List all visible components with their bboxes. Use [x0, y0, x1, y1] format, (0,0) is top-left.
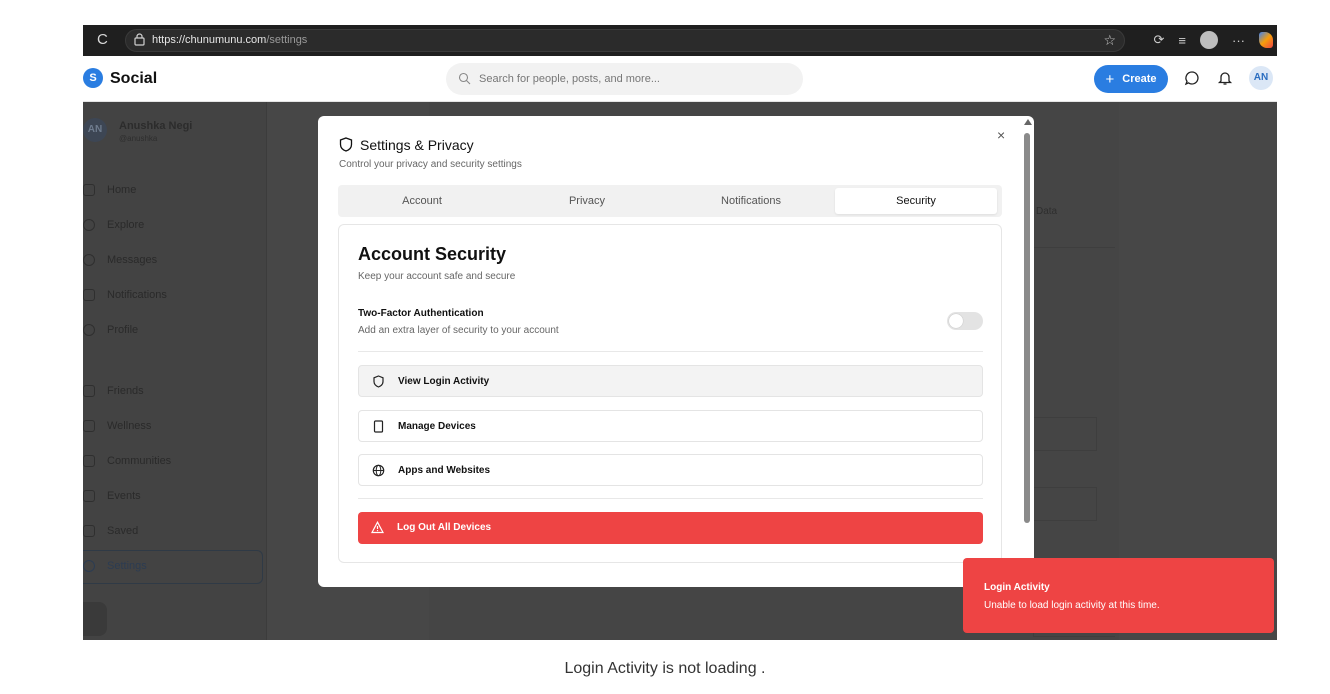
- sidebar-item-events[interactable]: Events: [83, 487, 263, 507]
- activity-icon: [83, 420, 95, 432]
- tab-notifications[interactable]: Notifications: [670, 188, 832, 214]
- scroll-up-icon[interactable]: [1024, 119, 1032, 125]
- extensions-icon[interactable]: ⟳: [1154, 32, 1165, 48]
- favorite-star-icon[interactable]: ☆: [1103, 32, 1116, 49]
- bookmark-icon: [83, 525, 95, 537]
- create-button[interactable]: + Create: [1094, 65, 1168, 93]
- profile-icon[interactable]: [1200, 31, 1218, 49]
- search-placeholder: Search for people, posts, and more...: [479, 73, 660, 85]
- avatar[interactable]: AN: [1249, 66, 1273, 90]
- message-icon[interactable]: [1184, 70, 1200, 86]
- modal-title: Settings & Privacy: [360, 137, 474, 153]
- globe-icon: [372, 464, 385, 477]
- sidebar-item-saved[interactable]: Saved: [83, 522, 263, 542]
- more-icon[interactable]: ···: [1232, 33, 1245, 48]
- search-input[interactable]: Search for people, posts, and more...: [446, 63, 803, 95]
- background-field: [1033, 417, 1097, 451]
- toggle-knob: [949, 314, 963, 328]
- sidebar-item-home[interactable]: Home: [83, 181, 263, 201]
- manage-devices-button[interactable]: Manage Devices: [358, 410, 983, 442]
- tab-security[interactable]: Security: [835, 188, 997, 214]
- app-header: S Social Search for people, posts, and m…: [83, 56, 1277, 102]
- sidebar-item-profile[interactable]: Profile: [83, 321, 263, 341]
- two-factor-title: Two-Factor Authentication: [358, 308, 484, 319]
- shield-icon: [373, 375, 384, 388]
- gear-icon: [83, 560, 95, 572]
- home-icon: [83, 184, 95, 196]
- plus-icon: +: [1105, 70, 1115, 88]
- url-text: https://chunumunu.com/settings: [152, 34, 308, 46]
- apps-and-websites-button[interactable]: Apps and Websites: [358, 454, 983, 486]
- create-label: Create: [1122, 73, 1157, 85]
- sidebar-user-handle: @anushka: [119, 134, 158, 143]
- copilot-icon[interactable]: [1259, 32, 1273, 48]
- apps-and-websites-label: Apps and Websites: [398, 465, 491, 476]
- view-login-activity-label: View Login Activity: [398, 376, 490, 387]
- sidebar-item-settings[interactable]: Settings: [83, 557, 263, 577]
- bell-icon[interactable]: [1217, 70, 1233, 86]
- log-out-all-devices-button[interactable]: Log Out All Devices: [358, 512, 983, 544]
- address-bar[interactable]: https://chunumunu.com/settings ☆: [125, 29, 1125, 52]
- message-icon: [83, 254, 95, 266]
- warning-icon: [371, 521, 384, 534]
- tab-account[interactable]: Account: [341, 188, 503, 214]
- background-data-label: Data: [1036, 206, 1058, 217]
- toast-title: Login Activity: [984, 582, 1050, 593]
- shield-icon: [339, 137, 353, 152]
- app-name[interactable]: Social: [110, 70, 157, 88]
- sidebar-item-explore[interactable]: Explore: [83, 216, 263, 236]
- calendar-icon: [83, 490, 95, 502]
- background-field: [1033, 487, 1097, 521]
- screenshot-caption: Login Activity is not loading .: [564, 660, 766, 677]
- favorites-icon[interactable]: ≡: [1178, 33, 1186, 48]
- search-icon: [83, 219, 95, 231]
- sidebar-item-wellness[interactable]: Wellness: [83, 417, 263, 437]
- modal-subtitle: Control your privacy and security settin…: [339, 159, 522, 170]
- search-icon: [458, 72, 471, 85]
- section-subtitle: Keep your account safe and secure: [358, 271, 516, 282]
- scrollbar-thumb[interactable]: [1024, 133, 1030, 523]
- device-icon: [373, 420, 384, 433]
- sidebar-item-communities[interactable]: Communities: [83, 452, 263, 472]
- sidebar-item-friends[interactable]: Friends: [83, 382, 263, 402]
- sidebar-item-notifications[interactable]: Notifications: [83, 286, 263, 306]
- settings-modal: Settings & Privacy Control your privacy …: [318, 116, 1034, 587]
- divider: [358, 351, 983, 352]
- modal-scrollbar[interactable]: [1021, 116, 1034, 587]
- heart-icon: [83, 289, 95, 301]
- sidebar-item-messages[interactable]: Messages: [83, 251, 263, 271]
- account-security-card: Account Security Keep your account safe …: [338, 224, 1002, 563]
- browser-toolbar: C https://chunumunu.com/settings ☆ ⟳ ≡ ·…: [83, 25, 1277, 56]
- browser-actions: ⟳ ≡ ···: [1154, 31, 1273, 49]
- two-factor-description: Add an extra layer of security to your a…: [358, 325, 559, 336]
- logo-icon[interactable]: S: [83, 68, 103, 88]
- user-icon: [83, 324, 95, 336]
- two-factor-toggle[interactable]: [947, 312, 983, 330]
- communities-icon: [83, 455, 95, 467]
- divider: [358, 498, 983, 499]
- tab-privacy[interactable]: Privacy: [506, 188, 668, 214]
- reload-icon[interactable]: C: [97, 30, 108, 50]
- lock-icon: [134, 33, 145, 46]
- error-toast[interactable]: Login Activity Unable to load login acti…: [963, 558, 1274, 633]
- close-icon[interactable]: ×: [997, 127, 1005, 143]
- sidebar-avatar[interactable]: AN: [83, 118, 107, 142]
- manage-devices-label: Manage Devices: [398, 421, 476, 432]
- users-icon: [83, 385, 95, 397]
- toast-message: Unable to load login activity at this ti…: [984, 600, 1160, 611]
- sidebar: AN Anushka Negi @anushka Home Explore Me…: [83, 102, 267, 640]
- log-out-all-devices-label: Log Out All Devices: [397, 522, 492, 533]
- sidebar-user-name: Anushka Negi: [119, 120, 193, 132]
- browser-window: C https://chunumunu.com/settings ☆ ⟳ ≡ ·…: [83, 25, 1277, 640]
- section-title: Account Security: [358, 244, 507, 264]
- bolt-icon[interactable]: [83, 602, 107, 636]
- settings-tabs: Account Privacy Notifications Security: [338, 185, 1002, 217]
- view-login-activity-button[interactable]: View Login Activity: [358, 365, 983, 397]
